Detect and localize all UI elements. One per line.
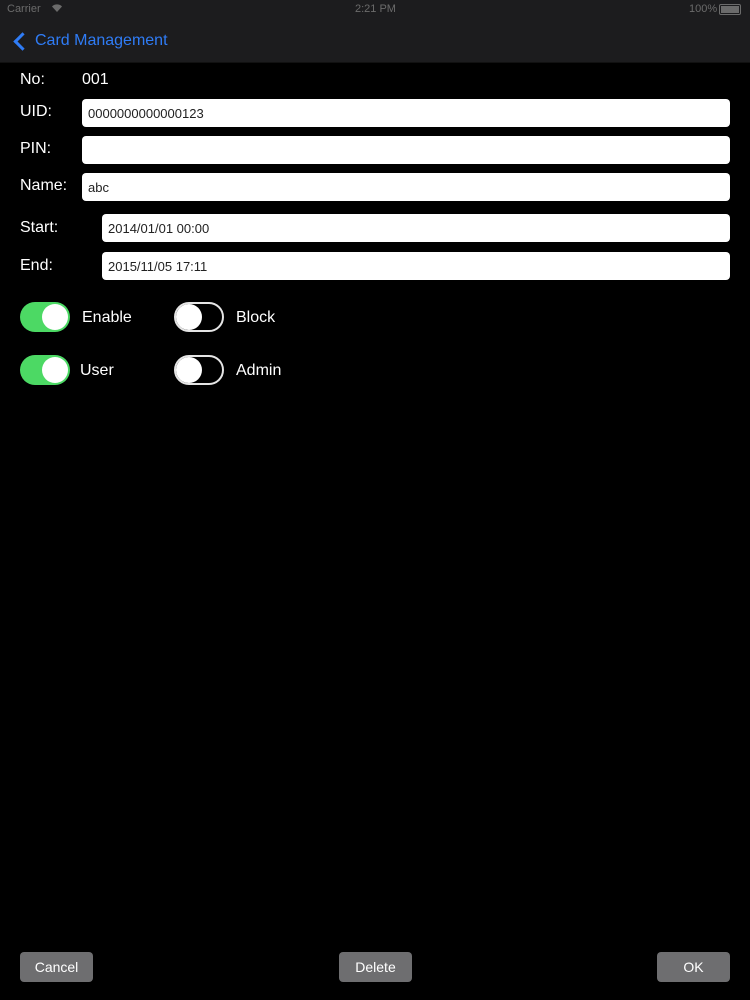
name-input[interactable] — [82, 173, 730, 201]
block-label: Block — [236, 309, 276, 326]
admin-label: Admin — [236, 362, 282, 379]
carrier-label: Carrier — [7, 3, 41, 15]
wifi-icon — [51, 3, 63, 16]
admin-toggle[interactable] — [174, 355, 224, 385]
uid-input[interactable] — [82, 99, 730, 127]
status-bar: Carrier 2:21 PM 100% — [0, 0, 750, 20]
start-label: Start: — [20, 219, 59, 236]
user-label: User — [80, 362, 114, 379]
status-time: 2:21 PM — [355, 3, 396, 15]
back-button[interactable]: Card Management — [10, 29, 168, 53]
back-button-label: Card Management — [35, 32, 168, 49]
start-date-input[interactable] — [102, 214, 730, 242]
end-label: End: — [20, 257, 53, 274]
pin-input[interactable] — [82, 136, 730, 164]
chevron-left-icon — [13, 31, 32, 51]
toggle-knob — [176, 357, 202, 383]
navigation-bar: Card Management — [0, 20, 750, 63]
end-date-input[interactable] — [102, 252, 730, 280]
pin-label: PIN: — [20, 140, 52, 157]
block-toggle[interactable] — [174, 302, 224, 332]
delete-button[interactable]: Delete — [339, 952, 412, 982]
no-label: No: — [20, 71, 45, 88]
toggle-knob — [42, 304, 68, 330]
battery-icon — [719, 4, 741, 15]
enable-toggle[interactable] — [20, 302, 70, 332]
user-toggle[interactable] — [20, 355, 70, 385]
battery-percent: 100% — [689, 3, 718, 15]
uid-label: UID: — [20, 103, 52, 120]
ok-button[interactable]: OK — [657, 952, 730, 982]
enable-label: Enable — [82, 309, 132, 326]
toggle-knob — [176, 304, 202, 330]
cancel-button[interactable]: Cancel — [20, 952, 93, 982]
toggle-knob — [42, 357, 68, 383]
no-value: 001 — [82, 71, 109, 88]
name-label: Name: — [20, 177, 68, 194]
